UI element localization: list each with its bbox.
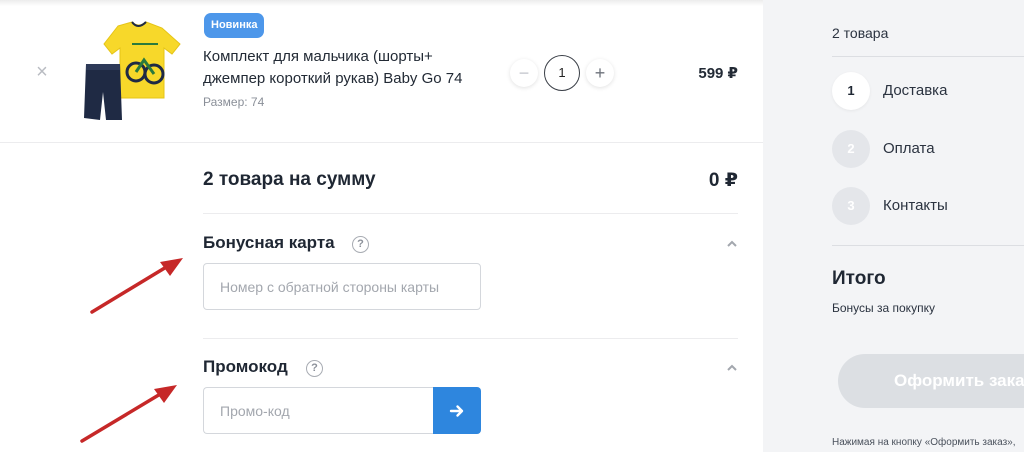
product-size: Размер: 74 <box>203 95 265 109</box>
promo-code-input[interactable] <box>203 387 434 434</box>
summary-value: 0 ₽ <box>708 170 738 191</box>
bonus-card-input[interactable] <box>203 263 481 310</box>
product-price: 599 ₽ <box>698 65 738 82</box>
divider <box>203 213 738 214</box>
new-badge: Новинка <box>204 13 265 38</box>
step-number-contacts[interactable]: 3 <box>832 187 870 225</box>
summary-label: 2 товара на сумму <box>203 169 376 190</box>
cart-main: × Новинка Комплект для мальчика (шорты+ … <box>0 0 763 452</box>
annotation-arrow-icon <box>90 258 183 314</box>
divider <box>832 245 1024 246</box>
product-image[interactable] <box>80 20 188 124</box>
product-title[interactable]: Комплект для мальчика (шорты+ джемпер ко… <box>203 46 493 90</box>
step-number-payment[interactable]: 2 <box>832 130 870 168</box>
chevron-up-icon[interactable] <box>727 239 737 249</box>
checkout-sidebar: 2 товара 1 Доставка 2 Оплата 3 Контакты … <box>763 0 1024 452</box>
bonus-card-help-icon[interactable]: ? <box>352 236 369 253</box>
step-label-contacts[interactable]: Контакты <box>883 197 948 214</box>
quantity-value[interactable]: 1 <box>544 55 580 91</box>
divider <box>0 142 763 143</box>
divider <box>832 56 1024 57</box>
place-order-button[interactable]: Оформить заказ <box>838 354 1024 408</box>
top-shadow <box>0 0 763 6</box>
arrow-right-icon <box>449 404 464 417</box>
remove-item-button[interactable]: × <box>34 62 50 82</box>
bonus-card-title[interactable]: Бонусная карта <box>203 233 335 253</box>
bonus-label: Бонусы за покупку <box>832 301 935 315</box>
divider <box>203 338 738 339</box>
annotation-arrow-icon <box>80 385 177 443</box>
quantity-increase-button[interactable]: + <box>586 59 614 87</box>
sidebar-item-count: 2 товара <box>832 25 889 41</box>
step-label-delivery[interactable]: Доставка <box>883 82 947 99</box>
apply-promo-button[interactable] <box>433 387 481 434</box>
step-number-delivery[interactable]: 1 <box>832 72 870 110</box>
order-note: Нажимая на кнопку «Оформить заказ», <box>832 437 1016 448</box>
total-label: Итого <box>832 268 886 289</box>
chevron-up-icon[interactable] <box>727 363 737 373</box>
quantity-decrease-button[interactable]: − <box>510 59 538 87</box>
promo-title[interactable]: Промокод <box>203 357 288 377</box>
step-label-payment[interactable]: Оплата <box>883 140 935 157</box>
promo-help-icon[interactable]: ? <box>306 360 323 377</box>
